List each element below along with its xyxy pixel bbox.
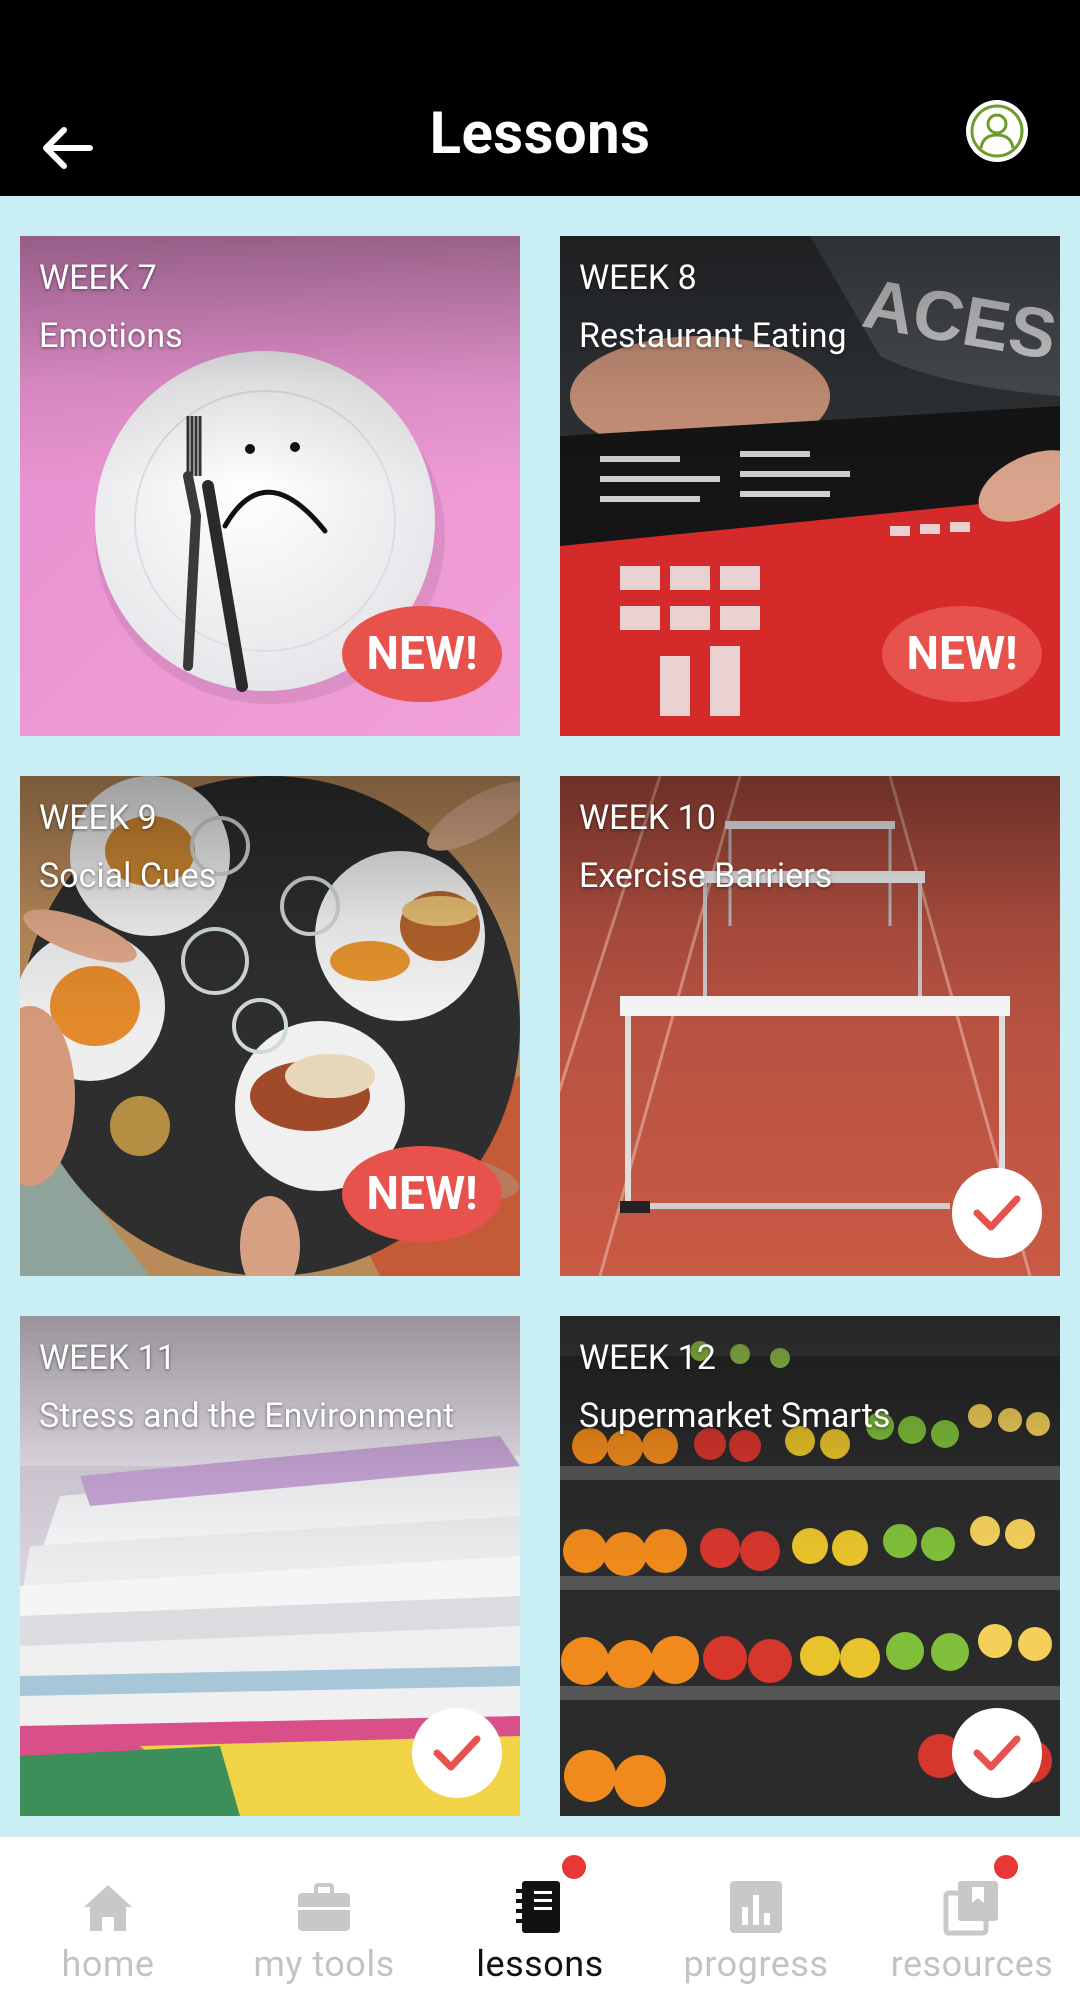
lesson-card-week-8[interactable]: ACES WEEK 8 Restaurant Eating NEW!: [560, 236, 1060, 736]
lesson-card-week-12[interactable]: WEEK 12 Supermarket Smarts: [560, 1316, 1060, 1816]
lesson-week: WEEK 7: [39, 258, 157, 298]
lesson-card-week-11[interactable]: WEEK 11 Stress and the Environment: [20, 1316, 520, 1816]
lesson-card-week-9[interactable]: WEEK 9 Social Cues NEW!: [20, 776, 520, 1276]
nav-resources[interactable]: resources: [864, 1837, 1080, 2006]
new-badge: NEW!: [342, 606, 502, 702]
lesson-title: Stress and the Environment: [39, 1396, 455, 1436]
completed-badge: [952, 1708, 1042, 1798]
nav-label: resources: [890, 1943, 1054, 1985]
bottom-navigation: home my tools lessons progress resources: [0, 1836, 1080, 2006]
lesson-week: WEEK 9: [39, 798, 157, 838]
briefcase-icon: [298, 1883, 350, 1931]
lesson-week: WEEK 8: [579, 258, 697, 298]
nav-my-tools[interactable]: my tools: [216, 1837, 432, 2006]
home-icon: [84, 1885, 132, 1931]
completed-badge: [412, 1708, 502, 1798]
page-title: Lessons: [429, 100, 651, 168]
nav-lessons[interactable]: lessons: [432, 1837, 648, 2006]
lesson-grid: WEEK 7 Emotions NEW! ACES: [0, 196, 1080, 1836]
lesson-title: Emotions: [39, 316, 183, 356]
app-header: Lessons: [0, 0, 1080, 196]
lesson-week: WEEK 10: [579, 798, 716, 838]
lesson-title: Supermarket Smarts: [579, 1396, 891, 1436]
completed-badge: [952, 1168, 1042, 1258]
bar-chart-icon: [730, 1881, 782, 1933]
lesson-card-week-10[interactable]: WEEK 10 Exercise Barriers: [560, 776, 1060, 1276]
lesson-title: Exercise Barriers: [579, 856, 833, 896]
notification-dot: [562, 1855, 586, 1879]
nav-label: home: [61, 1943, 155, 1985]
user-avatar-icon: [970, 104, 1024, 158]
nav-label: my tools: [253, 1943, 395, 1985]
new-badge: NEW!: [882, 606, 1042, 702]
lesson-card-week-7[interactable]: WEEK 7 Emotions NEW!: [20, 236, 520, 736]
checkmark-icon: [973, 1735, 1021, 1771]
notebook-icon: [516, 1881, 560, 1933]
lesson-title: Restaurant Eating: [579, 316, 847, 356]
lesson-week: WEEK 11: [39, 1338, 176, 1378]
nav-label: progress: [683, 1943, 829, 1985]
notification-dot: [994, 1855, 1018, 1879]
nav-progress[interactable]: progress: [648, 1837, 864, 2006]
checkmark-icon: [973, 1195, 1021, 1231]
profile-button[interactable]: [966, 100, 1028, 162]
nav-label: lessons: [476, 1943, 604, 1985]
book-icon: [943, 1881, 998, 1936]
checkmark-icon: [433, 1735, 481, 1771]
lesson-week: WEEK 12: [579, 1338, 716, 1378]
nav-home[interactable]: home: [0, 1837, 216, 2006]
new-badge: NEW!: [342, 1146, 502, 1242]
lesson-title: Social Cues: [39, 856, 217, 896]
